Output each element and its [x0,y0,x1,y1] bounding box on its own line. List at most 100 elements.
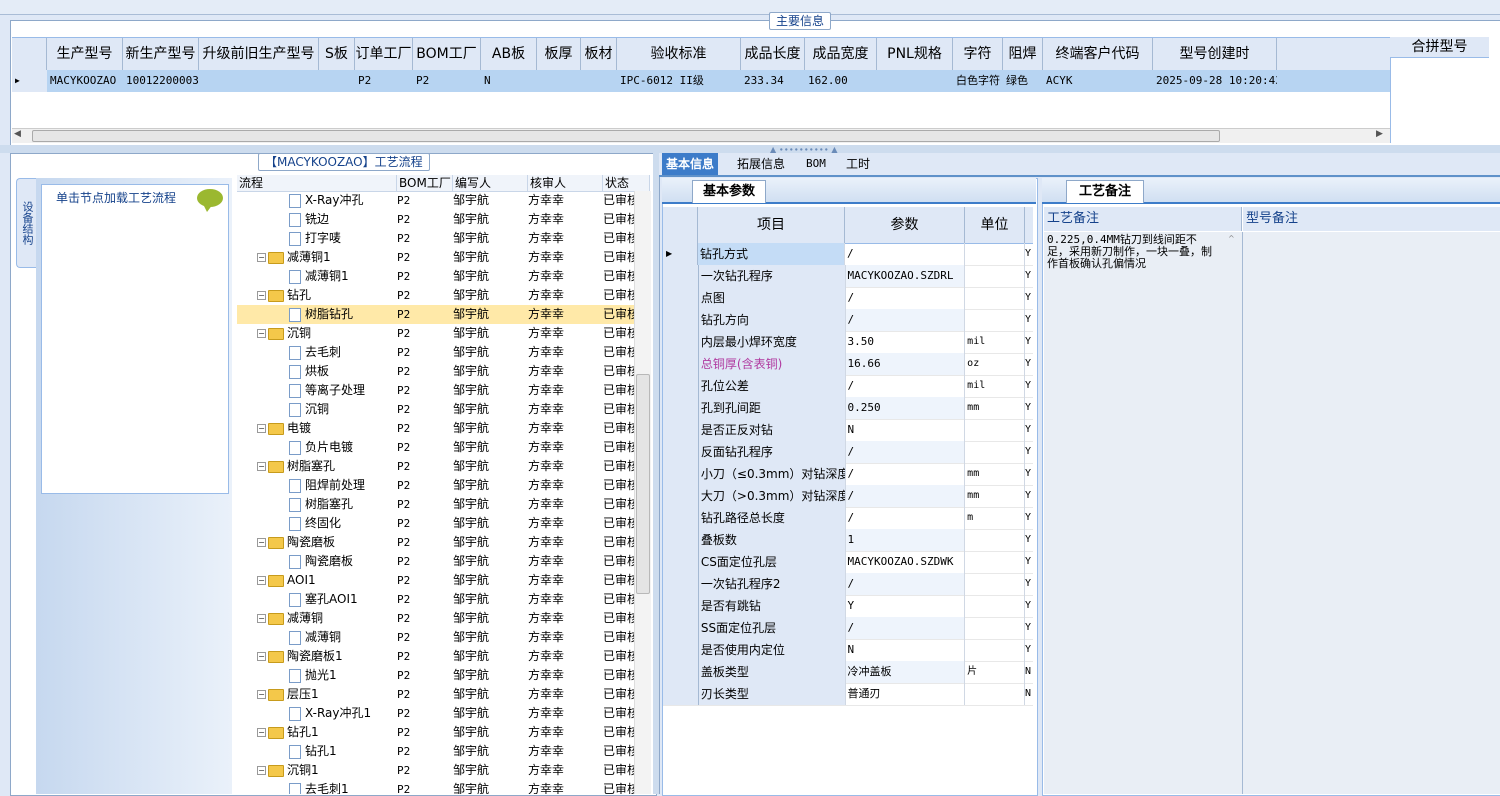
param-value[interactable]: Y [846,595,966,617]
tree-col-header[interactable]: BOM工厂 [397,175,453,191]
param-row[interactable]: 孔到孔间距 0.250 mm Y [663,397,1033,420]
collapse-toggle-icon[interactable]: − [257,576,266,585]
param-row[interactable]: 总铜厚(含表铜) 16.66 oz Y [663,353,1033,376]
param-row[interactable]: 孔位公差 / mil Y [663,375,1033,398]
tab-basic-info[interactable]: 基本信息 [662,153,719,175]
param-value[interactable]: 3.50 [846,331,966,353]
scroll-right-icon[interactable]: ▶ [1376,129,1383,139]
main-col-header[interactable]: 字符 [953,38,1003,70]
main-cell[interactable]: P2 [413,70,481,92]
param-row[interactable]: 小刀（≤0.3mm）对钻深度 / mm Y [663,463,1033,486]
main-cell[interactable]: MACYKOOZAO [47,70,123,92]
param-row[interactable]: 刃长类型 普通刃 N [663,683,1033,706]
tree-row[interactable]: 抛光1 P2 邹宇航 方幸幸 已审核 [237,666,634,685]
params-col-item[interactable]: 项目 [698,207,845,243]
param-row[interactable]: 是否正反对钻 N Y [663,419,1033,442]
param-row[interactable]: 钻孔路径总长度 / m Y [663,507,1033,530]
tree-row[interactable]: − 减薄铜 P2 邹宇航 方幸幸 已审核 [237,609,634,628]
param-value[interactable]: / [845,485,966,507]
tree-row[interactable]: − 陶瓷磨板1 P2 邹宇航 方幸幸 已审核 [237,647,634,666]
tree-row[interactable]: 烘板 P2 邹宇航 方幸幸 已审核 [237,362,634,381]
tree-col-header[interactable]: 核审人 [528,175,603,191]
tree-row[interactable]: 打字唛 P2 邹宇航 方幸幸 已审核 [237,229,634,248]
scroll-left-icon[interactable]: ◀ [14,129,21,139]
main-col-header[interactable]: PNL规格 [877,38,953,70]
tree-row[interactable]: − 沉铜 P2 邹宇航 方幸幸 已审核 [237,324,634,343]
model-note-field[interactable] [1243,232,1500,794]
tree-row[interactable]: − 钻孔 P2 邹宇航 方幸幸 已审核 [237,286,634,305]
main-col-header[interactable]: 阻焊 [1003,38,1043,70]
tree-row[interactable]: 等离子处理 P2 邹宇航 方幸幸 已审核 [237,381,634,400]
tree-row[interactable]: − 钻孔1 P2 邹宇航 方幸幸 已审核 [237,723,634,742]
main-col-header[interactable]: 生产型号 [47,38,123,70]
tree-row[interactable]: X-Ray冲孔1 P2 邹宇航 方幸幸 已审核 [237,704,634,723]
param-row[interactable]: 是否使用内定位 N Y [663,639,1033,662]
param-row[interactable]: 一次钻孔程序 MACYKOOZAO.SZDRL Y [663,265,1033,288]
tree-col-header[interactable]: 状态 [603,175,650,191]
param-value[interactable]: / [845,309,966,331]
collapse-toggle-icon[interactable]: − [257,462,266,471]
tab-bom[interactable]: BOM [802,153,830,175]
main-cell[interactable]: N [481,70,537,92]
param-value[interactable]: / [845,617,966,639]
param-value[interactable]: / [845,243,965,265]
process-notes-tab[interactable]: 工艺备注 [1066,180,1145,203]
main-cell[interactable]: 233.34 [741,70,805,92]
basic-params-tab[interactable]: 基本参数 [692,180,767,203]
tree-scrollbar-thumb[interactable] [636,374,650,594]
main-cell[interactable]: ACYK [1043,70,1153,92]
param-value[interactable]: / [845,441,966,463]
tree-row[interactable]: 去毛刺1 P2 邹宇航 方幸幸 已审核 [237,780,634,794]
process-tree[interactable]: X-Ray冲孔 P2 邹宇航 方幸幸 已审核 铣边 P2 邹宇航 方幸幸 已审核 打字唛 P2 邹宇航方… [237,191,634,794]
param-row[interactable]: 叠板数 1 Y [663,529,1033,552]
main-col-header[interactable]: 板材 [581,38,617,70]
tree-row[interactable]: 终固化 P2 邹宇航 方幸幸 已审核 [237,514,634,533]
main-cell[interactable] [199,70,319,92]
param-value[interactable]: 16.66 [845,353,966,375]
param-row[interactable]: 大刀（>0.3mm）对钻深度 / mm Y [663,485,1033,508]
tree-row[interactable]: 塞孔AOI1 P2 邹宇航 方幸幸 已审核 [237,590,634,609]
main-cell[interactable]: 绿色 [1003,70,1043,92]
tree-row[interactable]: 负片电镀 P2 邹宇航 方幸幸 已审核 [237,438,634,457]
main-cell[interactable] [581,70,617,92]
param-row[interactable]: 钻孔方向 / Y [663,309,1033,332]
tree-row[interactable]: 树脂钻孔 P2 邹宇航 方幸幸 已审核 [237,305,634,324]
side-tab-structure[interactable]: 设备结构 [16,178,37,268]
tree-col-header[interactable]: 流程 [237,175,397,191]
main-col-header[interactable]: 订单工厂 [355,38,413,70]
param-row[interactable]: SS面定位孔层 / Y [663,617,1033,640]
horizontal-splitter[interactable] [0,145,1500,153]
main-col-header[interactable]: 终端客户代码 [1043,38,1153,70]
main-col-header[interactable]: 验收标准 [617,38,741,70]
main-cell[interactable]: 白色字符 [953,70,1003,92]
param-value[interactable]: / [846,375,966,397]
tree-row[interactable]: 铣边 P2 邹宇航 方幸幸 已审核 [237,210,634,229]
main-cell[interactable]: 2025-09-28 10:20:43 [1153,70,1277,92]
param-value[interactable]: / [845,573,966,595]
tree-row[interactable]: 去毛刺 P2 邹宇航 方幸幸 已审核 [237,343,634,362]
param-row[interactable]: 盖板类型 冷冲盖板片 N [663,661,1033,684]
param-value[interactable]: N [846,419,966,441]
main-cell[interactable]: 10012200003339 [123,70,199,92]
tree-row[interactable]: 陶瓷磨板 P2 邹宇航 方幸幸 已审核 [237,552,634,571]
param-value[interactable]: MACYKOOZAO.SZDRL [845,265,966,287]
collapse-toggle-icon[interactable]: − [257,253,266,262]
tree-row[interactable]: − 减薄铜1 P2 邹宇航 方幸幸 已审核 [237,248,634,267]
tree-row[interactable]: − 树脂塞孔 P2 邹宇航 方幸幸 已审核 [237,457,634,476]
merge-model-header[interactable]: 合拼型号 [1390,37,1489,58]
param-row[interactable]: ▶ 钻孔方式 / Y [663,243,1033,266]
tab-extended-info[interactable]: 拓展信息 [733,153,789,175]
tree-row[interactable]: − 层压1 P2 邹宇航 方幸幸 已审核 [237,685,634,704]
param-value[interactable]: 0.250 [845,397,966,419]
note-scroll-up-icon[interactable]: ^ [1228,234,1238,250]
main-col-header[interactable]: 新生产型号 [123,38,199,70]
tree-row[interactable]: − 电镀 P2 邹宇航 方幸幸 已审核 [237,419,634,438]
param-row[interactable]: 反面钻孔程序 / Y [663,441,1033,464]
param-value[interactable]: MACYKOOZAO.SZDWK [846,551,966,573]
main-cell[interactable] [877,70,953,92]
param-value[interactable]: / [846,287,966,309]
main-scrollbar-thumb[interactable] [32,130,1220,142]
tree-row[interactable]: 钻孔1 P2 邹宇航 方幸幸 已审核 [237,742,634,761]
main-col-header[interactable]: BOM工厂 [413,38,481,70]
param-row[interactable]: 是否有跳钻 Y Y [663,595,1033,618]
